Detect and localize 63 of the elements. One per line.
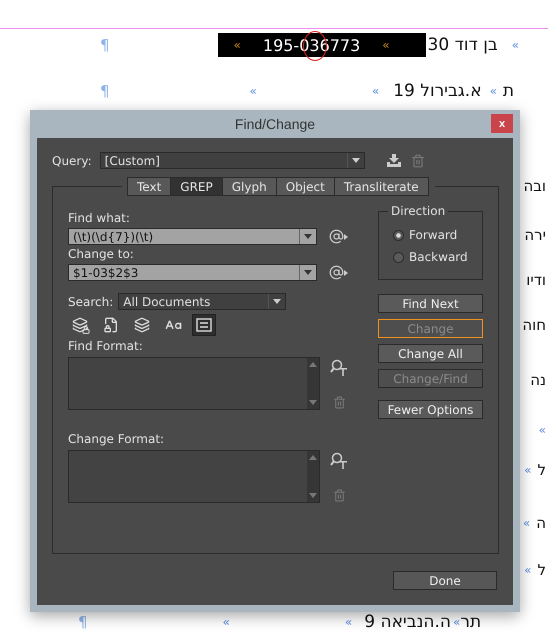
edge-text: ת	[502, 81, 514, 101]
tab[interactable]: GREP	[170, 177, 223, 196]
tab-marker: «	[222, 615, 230, 629]
radio-icon[interactable]	[393, 230, 404, 240]
format-search-icon[interactable]	[330, 452, 348, 470]
tab-marker: «	[522, 516, 530, 530]
action-button[interactable]: Change All	[378, 344, 483, 363]
tab-marker: «	[372, 84, 380, 98]
story-icon[interactable]	[192, 314, 216, 336]
direction-radio[interactable]: Backward	[393, 250, 482, 264]
change-to-field[interactable]: $1-03$2$3	[68, 264, 317, 281]
edge-text: ובה	[523, 177, 546, 195]
tab-marker: «	[538, 423, 546, 437]
scrollbar[interactable]	[307, 451, 319, 502]
action-button[interactable]: Fewer Options	[378, 400, 483, 419]
edge-text: ל	[537, 461, 546, 479]
change-to-label: Change to:	[68, 247, 135, 261]
tab-marker: «	[524, 563, 532, 577]
pilcrow: ¶	[100, 36, 110, 54]
search-label: Search:	[68, 294, 114, 308]
format-search-icon[interactable]	[330, 359, 348, 377]
tab[interactable]: Glyph	[222, 177, 277, 196]
tab-marker: «	[490, 84, 497, 98]
window-title: Find/Change	[234, 116, 316, 132]
tab-marker: «	[250, 84, 257, 98]
radio-icon[interactable]	[393, 252, 404, 262]
format-label: Find Format:	[68, 339, 144, 353]
find-what-label: Find what:	[68, 211, 131, 225]
special-characters-icon[interactable]	[329, 265, 348, 280]
tab-marker: «	[512, 38, 519, 52]
pilcrow: ¶	[78, 613, 88, 631]
special-characters-icon[interactable]	[329, 229, 348, 244]
address-text: א.גבירול 19	[393, 81, 482, 101]
address-text: ה.הנביאה 9	[364, 612, 451, 632]
pilcrow: ¶	[100, 82, 110, 100]
tab-marker: «	[453, 615, 460, 629]
done-button[interactable]: Done	[393, 571, 497, 590]
tab-marker: «	[234, 38, 241, 52]
tab-marker: «	[524, 463, 532, 477]
query-dropdown[interactable]: [Custom]	[100, 152, 365, 169]
format-label: Change Format:	[68, 432, 166, 446]
edge-text: נה	[530, 371, 546, 389]
edge-text: תר	[460, 612, 482, 632]
address-text: בן דוד 30	[428, 35, 498, 55]
edge-text: ל	[537, 561, 546, 579]
tab[interactable]: Text	[127, 177, 172, 196]
search-dropdown[interactable]: All Documents	[118, 293, 286, 310]
edge-text: ודיו	[526, 271, 546, 289]
edge-text: ירה	[524, 226, 546, 244]
tab-marker: «	[382, 38, 390, 52]
edge-text: חוה	[522, 316, 546, 334]
action-button[interactable]: Find Next	[378, 294, 483, 313]
tab[interactable]: Object	[276, 177, 335, 196]
direction-radio[interactable]: Forward	[393, 228, 482, 242]
query-label: Query:	[52, 154, 92, 168]
find-what-field[interactable]: (\t)(\d{7})(\t)	[68, 228, 317, 245]
close-button[interactable]: x	[491, 114, 513, 133]
tab[interactable]: Transliterate	[334, 177, 429, 196]
scrollbar[interactable]	[307, 358, 319, 409]
direction-label: Direction	[388, 204, 448, 218]
tab-marker: «	[344, 615, 352, 629]
edge-text: ה	[536, 514, 546, 532]
save-query-icon[interactable]	[384, 152, 403, 168]
